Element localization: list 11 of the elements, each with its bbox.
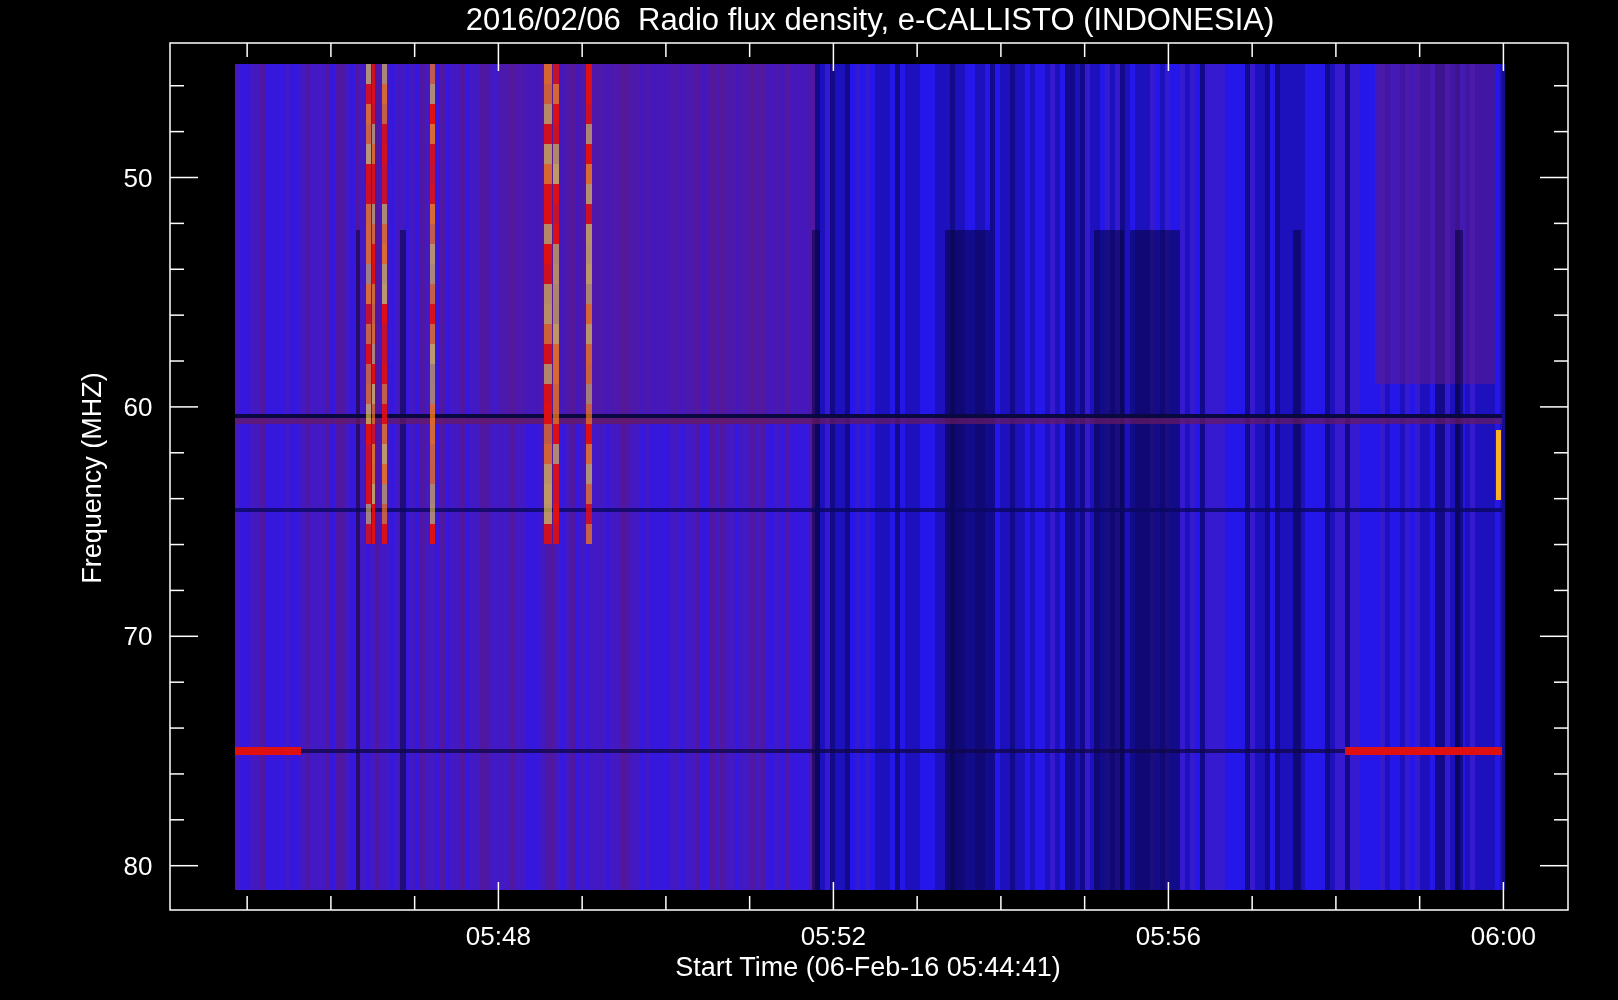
y-tick-label: 60 bbox=[123, 391, 153, 422]
y-axis-label: Frequency (MHZ) bbox=[77, 372, 107, 584]
x-tick-label: 05:52 bbox=[800, 921, 866, 951]
chart-title: 2016/02/06 Radio flux density, e-CALLISTO (INDONESIA) bbox=[465, 2, 1275, 37]
x-tick-label: 06:00 bbox=[1470, 921, 1536, 951]
x-tick-label: 05:48 bbox=[465, 921, 531, 951]
x-tick-label: 05:56 bbox=[1135, 921, 1201, 951]
y-tick-label: 50 bbox=[123, 162, 153, 193]
y-tick-label: 70 bbox=[123, 621, 153, 652]
x-axis-label: Start Time (06-Feb-16 05:44:41) bbox=[675, 952, 1061, 982]
y-tick-label: 80 bbox=[123, 850, 153, 881]
